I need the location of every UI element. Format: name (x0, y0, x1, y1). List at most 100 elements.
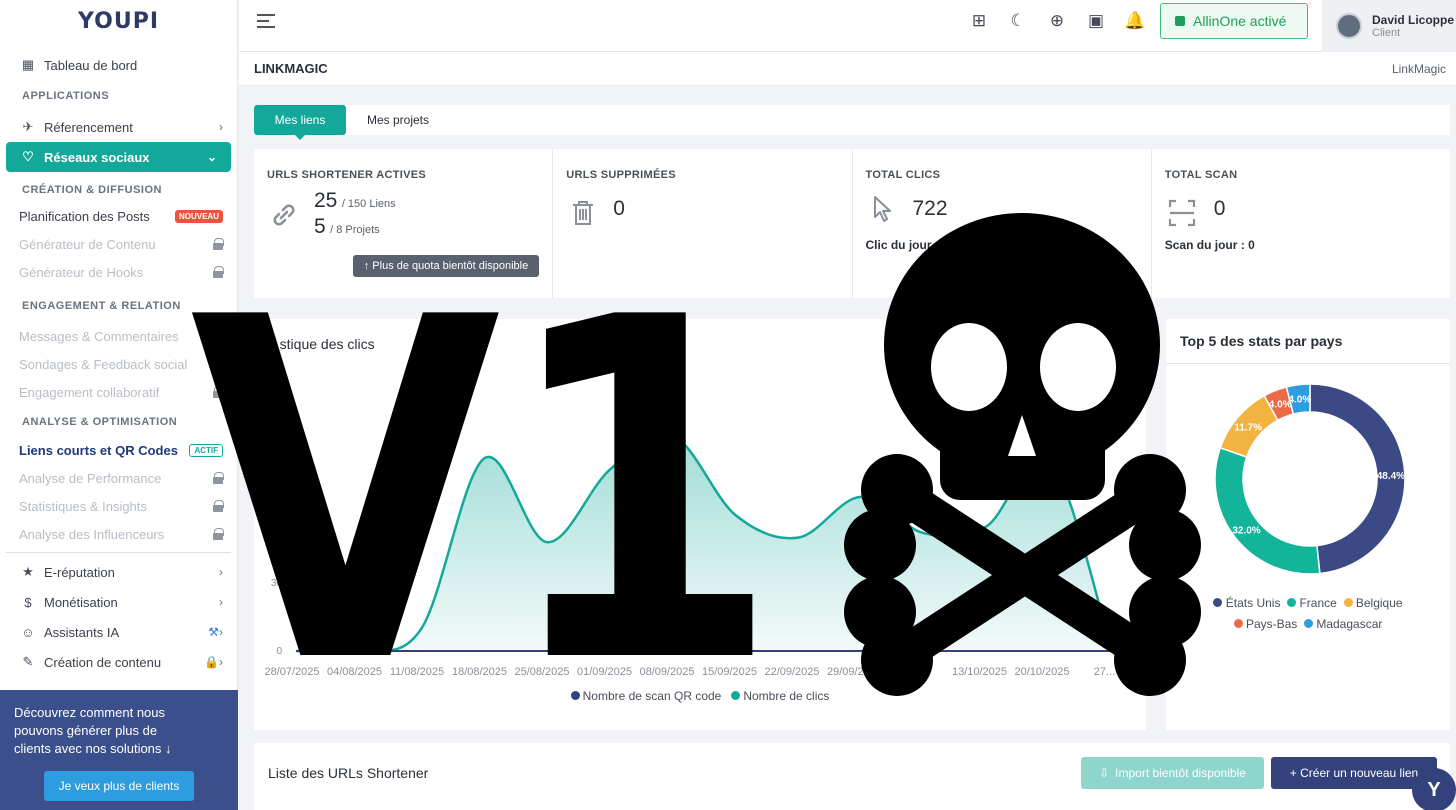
sub-messages-label: Messages & Commentaires (19, 328, 179, 344)
sidebar: YOUPI ▦ Tableau de bord APPLICATIONS ✈ R… (0, 0, 238, 810)
apps-grid-icon[interactable]: ⊞ (969, 10, 989, 32)
x-tick-label: 22/09/2025 (764, 666, 819, 678)
lock-icon (213, 238, 224, 250)
sub-stats-label: Statistiques & Insights (19, 498, 147, 514)
sub-liens-courts[interactable]: Liens courts et QR Codes ACTIF (0, 436, 237, 464)
cursor-icon (873, 196, 891, 222)
tab-mes-liens[interactable]: Mes liens (254, 105, 346, 140)
nav-ereputation[interactable]: ★ E-réputation › (0, 557, 237, 587)
sub-messages[interactable]: Messages & Commentaires (0, 322, 237, 350)
page-header: LINKMAGIC LinkMagic (239, 52, 1456, 86)
stat-scan-sub: Scan du jour : 0 (1164, 238, 1255, 252)
user-menu[interactable]: David Licoppe Client (1322, 0, 1456, 52)
legend-belgique[interactable]: Belgique (1343, 596, 1403, 610)
stat-total-clics: TOTAL CLICS 722 Clic du jour (853, 149, 1152, 298)
url-list-card: Liste des URLs Shortener ⇩ Import bientô… (254, 743, 1450, 810)
nav-assistants[interactable]: ☺ Assistants IA ⚒› (0, 617, 237, 647)
sub-sondages[interactable]: Sondages & Feedback social (0, 350, 237, 378)
nav-ereputation-label: E-réputation (44, 564, 115, 580)
clics-area (296, 434, 1112, 653)
sub-engagement[interactable]: Engagement collaboratif (0, 378, 237, 406)
pencil-icon: ✎ (22, 654, 34, 669)
nav-monetisation-label: Monétisation (44, 594, 118, 610)
bell-icon[interactable]: 🔔 (1124, 10, 1145, 32)
import-button[interactable]: ⇩ Import bientôt disponible (1081, 757, 1264, 789)
legend-france[interactable]: France (1287, 596, 1337, 610)
lock-chevron-icon: 🔒› (204, 655, 223, 669)
sub-influenceurs[interactable]: Analyse des Influenceurs (0, 520, 237, 548)
breadcrumb[interactable]: LinkMagic (1392, 62, 1446, 76)
y-tick-label: 6 (276, 510, 282, 521)
legend-clics-label: Nombre de clics (743, 689, 830, 703)
donut-slice-label: 11.7% (1234, 423, 1262, 434)
legend-france-label: France (1299, 596, 1337, 610)
chevron-right-icon: › (219, 565, 223, 579)
stat-projects-value: 5 (314, 215, 326, 238)
lock-icon (213, 358, 224, 370)
stat-header: URLS SHORTENER ACTIVES (267, 169, 426, 181)
legend-belgique-label: Belgique (1355, 596, 1403, 610)
legend-paysbas[interactable]: Pays-Bas (1233, 617, 1297, 631)
sub-generateur-hooks[interactable]: Générateur de Hooks (0, 258, 237, 286)
tab-mes-projets[interactable]: Mes projets (358, 105, 438, 135)
x-tick-label: 28/07/2025 (264, 666, 319, 678)
trash-icon (573, 201, 594, 225)
nav-monetisation[interactable]: $ Monétisation › (0, 587, 237, 617)
menu-icon[interactable] (257, 14, 275, 28)
globe-icon[interactable]: ⊕ (1047, 10, 1067, 32)
sub-engagement-label: Engagement collaboratif (19, 384, 160, 400)
lock-icon (213, 266, 224, 278)
x-tick-label: 25/08/2025 (514, 666, 569, 678)
legend-clics[interactable]: Nombre de clics (731, 689, 829, 703)
x-tick-label: 04/08/2025 (327, 666, 382, 678)
nav-creation-contenu[interactable]: ✎ Création de contenu 🔒› (0, 647, 237, 677)
logo: YOUPI (77, 8, 160, 34)
legend-scan-label: Nombre de scan QR code (582, 689, 722, 703)
lock-icon (213, 528, 224, 540)
allinone-badge[interactable]: AllinOne activé (1160, 3, 1308, 39)
star-icon: ★ (22, 564, 34, 579)
pie-title: Top 5 des stats par pays (1180, 333, 1343, 349)
sub-planification[interactable]: Planification des Posts NOUVEAU (0, 202, 237, 230)
tabs: Mes liens Mes projets (254, 105, 1450, 140)
sub-generateur-contenu[interactable]: Générateur de Contenu (0, 230, 237, 258)
donut-slice-label: 48.4% (1377, 471, 1405, 482)
wrench-icon: ⚒› (208, 625, 223, 639)
stats-row: URLS SHORTENER ACTIVES 25 / 150 Liens 5 … (254, 149, 1450, 298)
sub-gen-hooks-label: Générateur de Hooks (19, 264, 144, 280)
donut-slice (1214, 446, 1321, 575)
avatar (1336, 13, 1362, 39)
nav-reseaux-sociaux[interactable]: ♡ Réseaux sociaux ⌄ (6, 142, 231, 172)
x-tick-label: 08/09/2025 (639, 666, 694, 678)
y-tick-label: 0 (276, 646, 282, 657)
legend-madagascar[interactable]: Madagascar (1303, 617, 1383, 631)
import-label: Import bientôt disponible (1115, 766, 1246, 780)
stat-clics-sub: Clic du jour (865, 238, 932, 252)
legend-madagascar-label: Madagascar (1316, 617, 1383, 631)
clicks-chart: 0 30 6 28/07/2025 04/08/2025 11/08/2025 18/08/… (264, 433, 1115, 678)
dollar-icon: $ (24, 594, 32, 610)
moon-icon[interactable]: ☾ (1008, 10, 1028, 32)
heart-icon: ♡ (22, 149, 34, 164)
legend-scan[interactable]: Nombre de scan QR code (570, 689, 722, 703)
chevron-right-icon: › (219, 595, 223, 609)
check-icon (1175, 16, 1185, 26)
topbar: ⊞ ☾ ⊕ ▣ 🔔 AllinOne activé David Licoppe … (239, 0, 1456, 52)
sub-analyse-performance[interactable]: Analyse de Performance (0, 464, 237, 492)
country-stats-card: Top 5 des stats par pays 48.4% 32.0% 11.7%… (1166, 319, 1450, 730)
nav-reseaux-label: Réseaux sociaux (44, 149, 150, 165)
sub-planification-label: Planification des Posts (19, 208, 150, 224)
nav-referencement[interactable]: ✈ Réferencement › (0, 112, 237, 142)
sub-liens-label: Liens courts et QR Codes (19, 442, 178, 458)
actif-badge: ACTIF (189, 443, 223, 457)
stat-urls-supprimees: URLS SUPPRIMÉES 0 (553, 149, 853, 298)
chat-bubble-icon[interactable]: Y (1412, 768, 1456, 810)
legend-usa[interactable]: États Unis (1213, 596, 1280, 610)
stat-projects-suffix: / 8 Projets (330, 224, 380, 236)
promo-button[interactable]: Je veux plus de clients (44, 771, 194, 801)
wallet-icon[interactable]: ▣ (1086, 10, 1106, 32)
robot-icon: ☺ (21, 624, 35, 640)
new-badge: NOUVEAU (174, 209, 223, 223)
nav-dashboard[interactable]: ▦ Tableau de bord (0, 50, 237, 80)
sub-statistiques[interactable]: Statistiques & Insights (0, 492, 237, 520)
